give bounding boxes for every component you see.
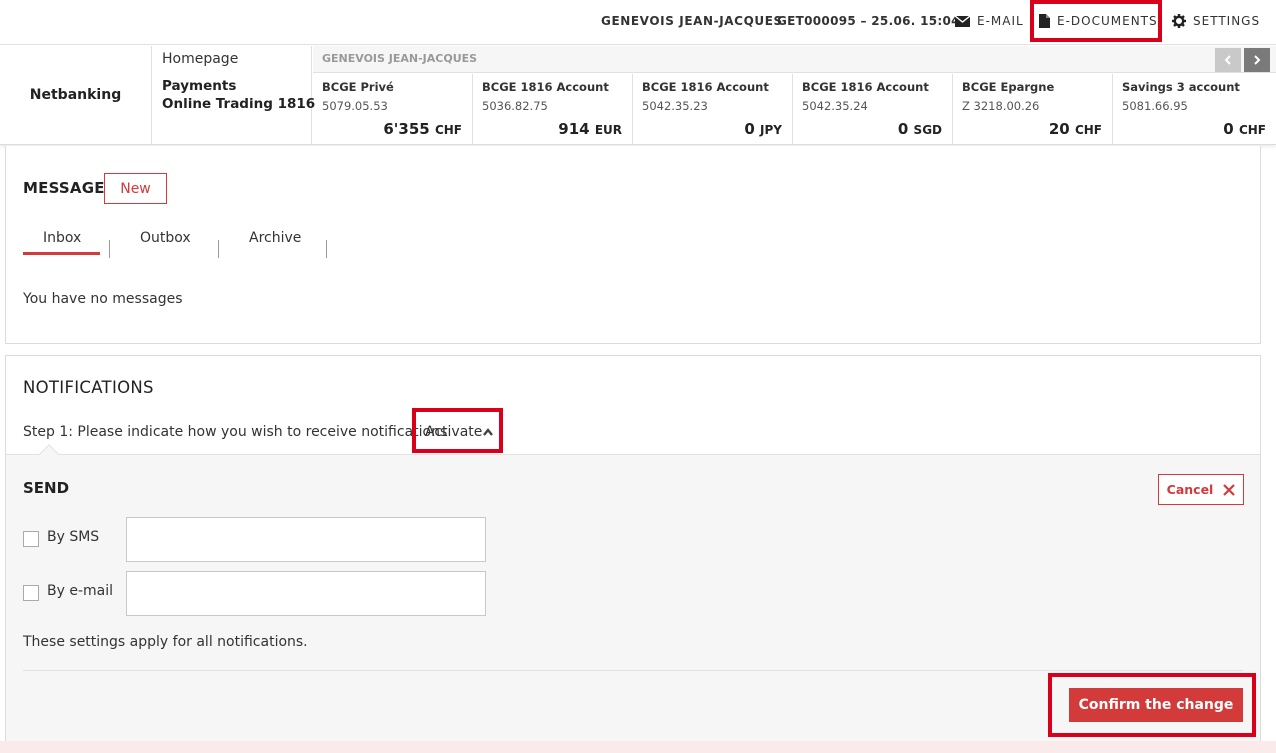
accounts-next-button[interactable]: [1244, 48, 1270, 72]
account-balance: 0 CHF: [1223, 120, 1266, 138]
account-balance: 914 EUR: [558, 120, 622, 138]
email-checkbox[interactable]: [23, 585, 39, 601]
balance-currency: EUR: [594, 123, 622, 137]
edocuments-highlight-box: [1030, 0, 1162, 42]
send-title: SEND: [23, 479, 70, 497]
message-tabs: Inbox Outbox Archive: [23, 230, 333, 260]
balance-currency: SGD: [913, 123, 942, 137]
balance-currency: JPY: [760, 123, 782, 137]
account-tile[interactable]: BCGE Epargne Z 3218.00.26 20 CHF: [953, 74, 1113, 144]
email-link[interactable]: E-MAIL: [955, 14, 1024, 28]
envelope-icon: [955, 15, 970, 27]
account-balance: 20 CHF: [1049, 120, 1102, 138]
message-panel: MESSAGE New Inbox Outbox Archive You hav…: [5, 146, 1261, 344]
account-tiles: BCGE Privé 5079.05.53 6'355 CHF BCGE 181…: [313, 74, 1276, 144]
sms-number-input[interactable]: [126, 517, 486, 562]
email-option-row: By e-mail: [23, 571, 493, 616]
divider: [23, 670, 1243, 671]
tab-archive[interactable]: Archive: [249, 230, 301, 246]
account-name: Savings 3 account: [1122, 80, 1240, 94]
balance-amount: 20: [1048, 120, 1070, 138]
netbanking-logo[interactable]: Netbanking: [0, 46, 152, 144]
gear-icon: [1172, 14, 1186, 28]
confirm-highlight-box: [1048, 673, 1256, 737]
account-name: BCGE Privé: [322, 80, 394, 94]
nav-payments[interactable]: Payments: [162, 78, 236, 94]
main-nav: Homepage Payments Online Trading 1816: [153, 46, 315, 144]
account-number: 5042.35.24: [802, 99, 868, 113]
account-name: BCGE Epargne: [962, 80, 1055, 94]
nav-online-trading[interactable]: Online Trading 1816: [162, 96, 315, 112]
account-number: 5042.35.23: [642, 99, 708, 113]
account-balance: 6'355 CHF: [383, 120, 462, 138]
account-tile[interactable]: BCGE 1816 Account 5042.35.23 0 JPY: [633, 74, 793, 144]
account-name: BCGE 1816 Account: [642, 80, 769, 94]
balance-amount: 0: [897, 120, 909, 138]
tab-divider: [109, 240, 110, 258]
active-tab-indicator: [23, 252, 100, 255]
account-tile[interactable]: BCGE 1816 Account 5042.35.24 0 SGD: [793, 74, 953, 144]
bottom-strip: [0, 741, 1276, 753]
settings-link-label: SETTINGS: [1193, 14, 1261, 28]
contract-info: GET000095 – 25.06. 15:04: [777, 14, 960, 28]
chevron-right-icon: [1253, 55, 1261, 65]
account-tile[interactable]: Savings 3 account 5081.66.95 0 CHF: [1113, 74, 1276, 144]
nav-homepage[interactable]: Homepage: [162, 51, 238, 67]
step-instruction: Step 1: Please indicate how you wish to …: [23, 424, 448, 440]
settings-link[interactable]: SETTINGS: [1172, 14, 1260, 28]
notifications-title: NOTIFICATIONS: [23, 378, 154, 397]
account-name: BCGE 1816 Account: [482, 80, 609, 94]
balance-amount: 0: [1223, 120, 1234, 138]
tab-outbox[interactable]: Outbox: [140, 230, 191, 246]
account-owner-name: GENEVOIS JEAN-JACQUES: [322, 52, 478, 65]
email-address-input[interactable]: [126, 571, 486, 616]
account-balance: 0 JPY: [744, 120, 782, 138]
sms-option-row: By SMS: [23, 517, 493, 562]
account-tile[interactable]: BCGE 1816 Account 5036.82.75 914 EUR: [473, 74, 633, 144]
account-header: Netbanking Homepage Payments Online Trad…: [0, 46, 1276, 145]
cancel-button-label: Cancel: [1166, 482, 1214, 497]
empty-messages-text: You have no messages: [23, 291, 183, 307]
account-balance: 0 SGD: [898, 120, 942, 138]
message-title: MESSAGE: [23, 179, 105, 197]
account-number: 5081.66.95: [1122, 99, 1188, 113]
account-number: Z 3218.00.26: [962, 99, 1040, 113]
balance-amount: 914: [558, 120, 590, 138]
activate-highlight-box: [412, 408, 503, 453]
chevron-left-icon: [1224, 55, 1232, 65]
tab-inbox[interactable]: Inbox: [43, 230, 81, 246]
account-name: BCGE 1816 Account: [802, 80, 929, 94]
balance-amount: 6'355: [383, 120, 430, 138]
balance-currency: CHF: [1074, 123, 1102, 137]
balance-amount: 0: [744, 120, 755, 138]
balance-currency: CHF: [434, 123, 462, 137]
cancel-button[interactable]: Cancel: [1158, 474, 1244, 505]
balance-currency: CHF: [1238, 123, 1266, 137]
email-label: By e-mail: [47, 583, 114, 599]
new-message-button[interactable]: New: [104, 173, 167, 204]
close-icon: [1223, 483, 1236, 496]
accounts-prev-button[interactable]: [1215, 48, 1241, 72]
account-owner-strip: GENEVOIS JEAN-JACQUES: [313, 46, 1276, 73]
account-tile[interactable]: BCGE Privé 5079.05.53 6'355 CHF: [313, 74, 473, 144]
sms-label: By SMS: [47, 529, 100, 545]
account-number: 5079.05.53: [322, 99, 388, 113]
email-link-label: E-MAIL: [977, 14, 1024, 28]
tab-divider: [218, 240, 219, 258]
sms-checkbox[interactable]: [23, 531, 39, 547]
send-box-caret: [39, 444, 59, 464]
account-number: 5036.82.75: [482, 99, 548, 113]
tab-divider: [326, 240, 327, 258]
user-name: GENEVOIS JEAN-JACQUES: [601, 14, 783, 28]
settings-apply-note: These settings apply for all notificatio…: [23, 634, 308, 650]
